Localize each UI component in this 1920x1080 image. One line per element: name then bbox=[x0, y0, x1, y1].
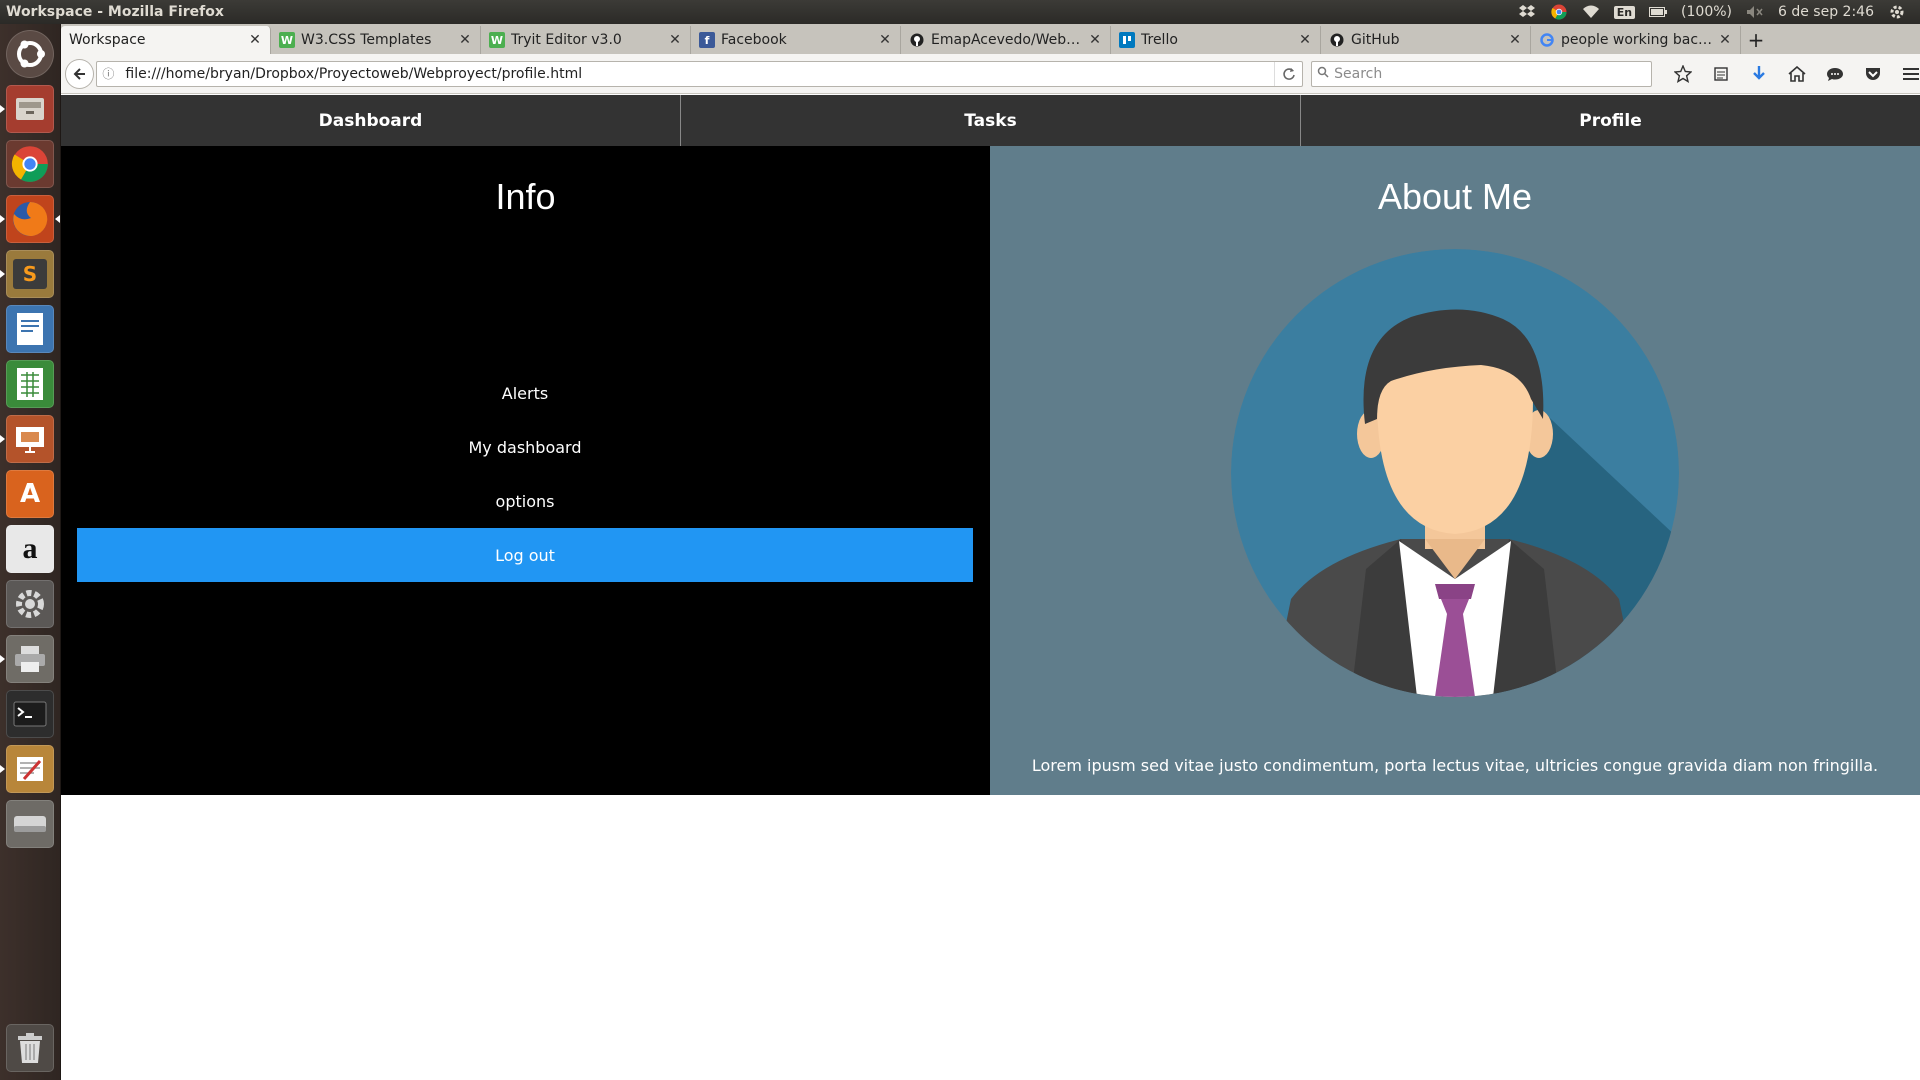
reload-icon[interactable] bbox=[1274, 61, 1302, 86]
logout-button[interactable]: Log out bbox=[77, 528, 973, 582]
menu-item-alerts[interactable]: Alerts bbox=[77, 366, 973, 420]
tab-facebook[interactable]: f Facebook ✕ bbox=[691, 26, 901, 54]
pocket-icon[interactable] bbox=[1864, 65, 1882, 83]
info-menu: Alerts My dashboard options Log out bbox=[77, 366, 973, 582]
about-title: About Me bbox=[1377, 176, 1533, 217]
menu-item-my-dashboard[interactable]: My dashboard bbox=[77, 420, 973, 474]
page-navbar: Dashboard Tasks Profile bbox=[61, 95, 1920, 146]
terminal-icon[interactable] bbox=[6, 690, 54, 738]
search-placeholder: Search bbox=[1334, 65, 1383, 82]
tab-label: Workspace bbox=[69, 32, 146, 48]
tab-label: Trello bbox=[1141, 32, 1178, 48]
github-icon bbox=[1329, 32, 1345, 48]
menu-item-options[interactable]: options bbox=[77, 474, 973, 528]
ubuntu-dash-icon[interactable] bbox=[6, 30, 54, 78]
search-input[interactable]: Search bbox=[1311, 60, 1652, 87]
chrome-icon[interactable] bbox=[6, 140, 54, 188]
info-panel: Info Alerts My dashboard options Log out bbox=[61, 146, 990, 795]
software-center-icon[interactable]: A bbox=[6, 470, 54, 518]
firefox-icon[interactable] bbox=[0, 195, 60, 243]
window-title: Workspace - Mozilla Firefox bbox=[6, 4, 224, 20]
bookmarks-list-icon[interactable] bbox=[1712, 65, 1730, 83]
close-icon[interactable]: ✕ bbox=[1508, 32, 1522, 48]
drive-icon[interactable] bbox=[6, 800, 54, 848]
tab-label: GitHub bbox=[1351, 32, 1400, 48]
close-icon[interactable]: ✕ bbox=[1718, 32, 1732, 48]
clock[interactable]: 6 de sep 2:46 bbox=[1778, 4, 1874, 20]
tab-label: Facebook bbox=[721, 32, 787, 48]
search-icon bbox=[1312, 66, 1334, 82]
tab-github-repo[interactable]: EmapAcevedo/Web… ✕ bbox=[901, 26, 1111, 54]
github-icon bbox=[909, 32, 925, 48]
arrow-left-icon bbox=[73, 67, 85, 80]
hamburger-menu-icon[interactable] bbox=[1902, 65, 1920, 83]
tab-label: W3.CSS Templates bbox=[301, 32, 432, 48]
sublime-text-icon[interactable]: S bbox=[0, 250, 54, 298]
battery-icon[interactable] bbox=[1649, 4, 1668, 20]
about-description: Lorem ipusm sed vitae justo condimentum,… bbox=[1031, 756, 1879, 775]
trash-icon[interactable] bbox=[6, 1024, 54, 1072]
session-gear-icon[interactable] bbox=[1888, 4, 1906, 20]
about-panel: About Me Lorem ipusm sed vitae justo con… bbox=[990, 146, 1920, 795]
wifi-icon[interactable] bbox=[1582, 4, 1600, 20]
text-editor-icon[interactable] bbox=[0, 745, 54, 793]
download-icon[interactable] bbox=[1750, 65, 1768, 83]
keyboard-language[interactable]: En bbox=[1613, 5, 1636, 19]
impress-icon[interactable] bbox=[0, 415, 54, 463]
chrome-tray-icon[interactable] bbox=[1550, 4, 1568, 20]
url-bar[interactable]: ⓘ file:///home/bryan/Dropbox/Proyectoweb… bbox=[96, 60, 1304, 87]
tab-label: Tryit Editor v3.0 bbox=[511, 32, 622, 48]
url-text[interactable]: file:///home/bryan/Dropbox/Proyectoweb/W… bbox=[119, 66, 1274, 82]
system-settings-icon[interactable] bbox=[6, 580, 54, 628]
w3schools-icon: W bbox=[279, 32, 295, 48]
volume-muted-icon[interactable] bbox=[1746, 4, 1764, 20]
battery-level: (100%) bbox=[1681, 4, 1732, 20]
unity-launcher: S A a bbox=[0, 24, 61, 1080]
new-tab-button[interactable]: + bbox=[1741, 26, 1771, 54]
close-icon[interactable]: ✕ bbox=[878, 32, 892, 48]
tab-github[interactable]: GitHub ✕ bbox=[1321, 26, 1531, 54]
trello-icon bbox=[1119, 32, 1135, 48]
nav-profile[interactable]: Profile bbox=[1301, 95, 1920, 146]
amazon-icon[interactable]: a bbox=[6, 525, 54, 573]
nav-dashboard[interactable]: Dashboard bbox=[61, 95, 681, 146]
page-content: Dashboard Tasks Profile Info Alerts My d… bbox=[61, 95, 1920, 1080]
nav-tasks[interactable]: Tasks bbox=[681, 95, 1301, 146]
tab-label: people working bac… bbox=[1561, 32, 1713, 48]
close-icon[interactable]: ✕ bbox=[668, 32, 682, 48]
browser-tab-bar: Workspace ✕ W W3.CSS Templates ✕ W Tryit… bbox=[61, 24, 1920, 54]
home-icon[interactable] bbox=[1788, 65, 1806, 83]
browser-nav-bar: ⓘ file:///home/bryan/Dropbox/Proyectoweb… bbox=[61, 54, 1920, 94]
profile-avatar bbox=[1231, 249, 1679, 697]
info-icon[interactable]: ⓘ bbox=[97, 65, 119, 82]
close-icon[interactable]: ✕ bbox=[458, 32, 472, 48]
close-icon[interactable]: ✕ bbox=[1088, 32, 1102, 48]
writer-icon[interactable] bbox=[6, 305, 54, 353]
chat-icon[interactable] bbox=[1826, 65, 1844, 83]
tab-w3css-templates[interactable]: W W3.CSS Templates ✕ bbox=[271, 26, 481, 54]
tab-tryit-editor[interactable]: W Tryit Editor v3.0 ✕ bbox=[481, 26, 691, 54]
info-title: Info bbox=[495, 176, 556, 217]
files-icon[interactable] bbox=[0, 85, 54, 133]
facebook-icon: f bbox=[699, 32, 715, 48]
printer-icon[interactable] bbox=[0, 635, 54, 683]
tab-trello[interactable]: Trello ✕ bbox=[1111, 26, 1321, 54]
calc-icon[interactable] bbox=[6, 360, 54, 408]
close-icon[interactable]: ✕ bbox=[248, 32, 262, 48]
bookmark-star-icon[interactable] bbox=[1673, 64, 1692, 83]
back-button[interactable] bbox=[65, 58, 95, 89]
dropbox-icon[interactable] bbox=[1518, 4, 1536, 20]
close-icon[interactable]: ✕ bbox=[1298, 32, 1312, 48]
google-icon bbox=[1539, 32, 1555, 48]
tab-label: EmapAcevedo/Web… bbox=[931, 32, 1081, 48]
tab-google-search[interactable]: people working bac… ✕ bbox=[1531, 26, 1741, 54]
w3schools-icon: W bbox=[489, 32, 505, 48]
system-top-bar: Workspace - Mozilla Firefox En (100%) 6 … bbox=[0, 0, 1920, 24]
tab-workspace[interactable]: Workspace ✕ bbox=[61, 26, 271, 54]
